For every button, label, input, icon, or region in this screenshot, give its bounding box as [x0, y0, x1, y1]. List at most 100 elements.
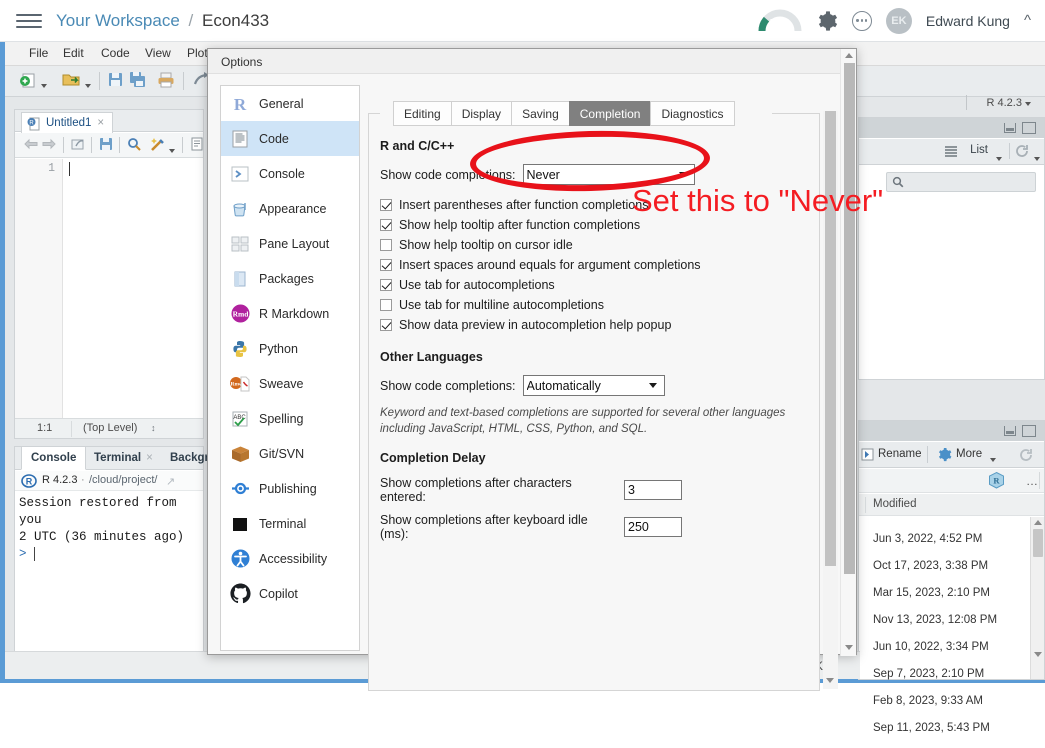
list-caret-icon[interactable] [996, 150, 1002, 164]
tab-terminal-close-icon[interactable]: × [146, 452, 153, 464]
r-version-selector[interactable]: R 4.2.3 [986, 97, 1031, 109]
files-refresh-icon[interactable] [1018, 447, 1034, 466]
breadcrumb-workspace[interactable]: Your Workspace [56, 11, 180, 30]
sidebar-item-packages[interactable]: Packages [221, 261, 359, 296]
rename-label[interactable]: Rename [878, 448, 921, 460]
more-caret-icon[interactable] [990, 453, 996, 465]
checkbox-tab-multiline-autocompletions[interactable]: Use tab for multiline autocompletions [380, 298, 800, 312]
r-project-icon[interactable]: R [987, 471, 1006, 493]
ram-gauge-icon[interactable]: RAM [758, 9, 802, 33]
checkbox-help-tooltip-after-function[interactable]: Show help tooltip after function complet… [380, 218, 800, 232]
scroll-down-arrow-icon[interactable] [826, 678, 834, 683]
dialog-scrollbar[interactable] [840, 49, 856, 656]
sidebar-item-spelling[interactable]: ABC Spelling [221, 401, 359, 436]
sidebar-item-pane-layout[interactable]: Pane Layout [221, 226, 359, 261]
sidebar-item-general[interactable]: R General [221, 86, 359, 121]
open-file-caret-icon[interactable] [85, 77, 91, 91]
chars-entered-input[interactable] [624, 480, 682, 500]
checkbox-box[interactable] [380, 279, 392, 291]
options-category-list[interactable]: R General Code Console Appearance Pane L… [220, 85, 360, 651]
checkbox-tab-autocompletions[interactable]: Use tab for autocompletions [380, 278, 800, 292]
sidebar-item-code[interactable]: Code [221, 121, 359, 156]
magic-wand-caret-icon[interactable] [169, 142, 175, 156]
checkbox-box[interactable] [380, 219, 392, 231]
table-row[interactable]: Jun 10, 2022, 3:34 PM [859, 641, 1044, 667]
sidebar-item-git-svn[interactable]: Git/SVN [221, 436, 359, 471]
maximize-icon[interactable] [1022, 122, 1036, 134]
dialog-scrollbar-thumb[interactable] [844, 63, 855, 574]
scroll-up-arrow-icon[interactable] [845, 53, 853, 58]
save-icon[interactable] [107, 71, 124, 91]
gear-icon[interactable] [816, 10, 838, 32]
maximize-icon[interactable] [1022, 425, 1036, 437]
source-tab-close-icon[interactable]: × [97, 117, 104, 129]
sidebar-item-python[interactable]: Python [221, 331, 359, 366]
avatar[interactable]: EK [885, 7, 912, 34]
scroll-down-arrow-icon[interactable] [845, 645, 853, 650]
show-in-window-icon[interactable] [71, 137, 86, 155]
checkbox-box[interactable] [380, 319, 392, 331]
back-arrow-icon[interactable] [23, 137, 39, 154]
menu-code[interactable]: Code [101, 46, 130, 60]
checkbox-box[interactable] [380, 299, 392, 311]
list-view-icon[interactable] [944, 145, 958, 161]
menu-edit[interactable]: Edit [63, 46, 84, 60]
source-tab-untitled1[interactable]: R Untitled1 × [21, 112, 114, 133]
refresh-caret-icon[interactable] [1034, 150, 1040, 164]
files-overflow-icon[interactable]: … [1026, 474, 1038, 488]
keyboard-idle-input[interactable] [624, 517, 682, 537]
magic-wand-icon[interactable] [149, 136, 166, 156]
table-row[interactable]: Sep 11, 2023, 5:43 PM [859, 722, 1044, 748]
files-scrollbar-thumb[interactable] [1033, 529, 1043, 557]
save-all-icon[interactable] [129, 71, 146, 91]
checkbox-box[interactable] [380, 239, 392, 251]
menu-plot[interactable]: Plot [187, 46, 208, 60]
print-icon[interactable] [157, 71, 175, 91]
other-languages-select[interactable]: Automatically [522, 375, 665, 396]
chevron-up-icon[interactable]: ^ [1024, 12, 1031, 29]
new-file-icon[interactable] [19, 71, 37, 92]
tab-editing[interactable]: Editing [393, 101, 452, 126]
sidebar-item-appearance[interactable]: Appearance [221, 191, 359, 226]
checkbox-help-tooltip-cursor-idle[interactable]: Show help tooltip on cursor idle [380, 238, 800, 252]
save-source-icon[interactable] [99, 137, 114, 155]
tab-saving[interactable]: Saving [511, 101, 570, 126]
minimize-icon[interactable] [1004, 123, 1016, 133]
hamburger-icon[interactable] [16, 13, 42, 28]
sidebar-item-console[interactable]: Console [221, 156, 359, 191]
more-label[interactable]: More [956, 448, 982, 460]
rename-icon[interactable] [861, 448, 874, 464]
checkbox-insert-spaces-equals[interactable]: Insert spaces around equals for argument… [380, 258, 800, 272]
sidebar-item-sweave[interactable]: Rnw Sweave [221, 366, 359, 401]
refresh-icon[interactable] [1014, 143, 1030, 162]
scope-updown-icon[interactable]: ↕ [151, 423, 156, 433]
tab-console[interactable]: Console [21, 447, 87, 470]
list-label[interactable]: List [970, 144, 988, 156]
table-row[interactable]: Mar 15, 2023, 2:10 PM [859, 587, 1044, 613]
checkbox-box[interactable] [380, 199, 392, 211]
tab-completion[interactable]: Completion [568, 101, 652, 126]
scope-label[interactable]: (Top Level) [83, 422, 137, 434]
document-outline-icon[interactable] [190, 137, 204, 154]
scroll-up-arrow-icon[interactable] [1034, 520, 1042, 525]
sidebar-item-copilot[interactable]: Copilot [221, 576, 359, 611]
sidebar-item-publishing[interactable]: Publishing [221, 471, 359, 506]
tab-terminal[interactable]: Terminal × [85, 447, 162, 470]
minimize-icon[interactable] [1004, 426, 1016, 436]
table-row[interactable]: Nov 13, 2023, 12:08 PM [859, 614, 1044, 640]
open-file-icon[interactable] [61, 71, 81, 92]
table-row[interactable]: Sep 7, 2023, 2:10 PM [859, 668, 1044, 694]
checkbox-data-preview[interactable]: Show data preview in autocompletion help… [380, 318, 800, 332]
environment-search-box[interactable] [886, 172, 1036, 192]
tab-diagnostics[interactable]: Diagnostics [650, 101, 735, 126]
scroll-down-arrow-icon[interactable] [1034, 652, 1042, 657]
tab-display[interactable]: Display [450, 101, 513, 126]
more-dots-icon[interactable] [851, 10, 872, 31]
environment-search-input[interactable] [909, 175, 1029, 190]
console-popout-icon[interactable]: ↗ [166, 475, 175, 488]
table-row[interactable]: Oct 17, 2023, 3:38 PM [859, 560, 1044, 586]
column-modified[interactable]: Modified [873, 498, 916, 510]
breadcrumb-project[interactable]: Econ433 [202, 11, 269, 30]
checkbox-box[interactable] [380, 259, 392, 271]
table-row[interactable]: Jun 3, 2022, 4:52 PM [859, 533, 1044, 559]
